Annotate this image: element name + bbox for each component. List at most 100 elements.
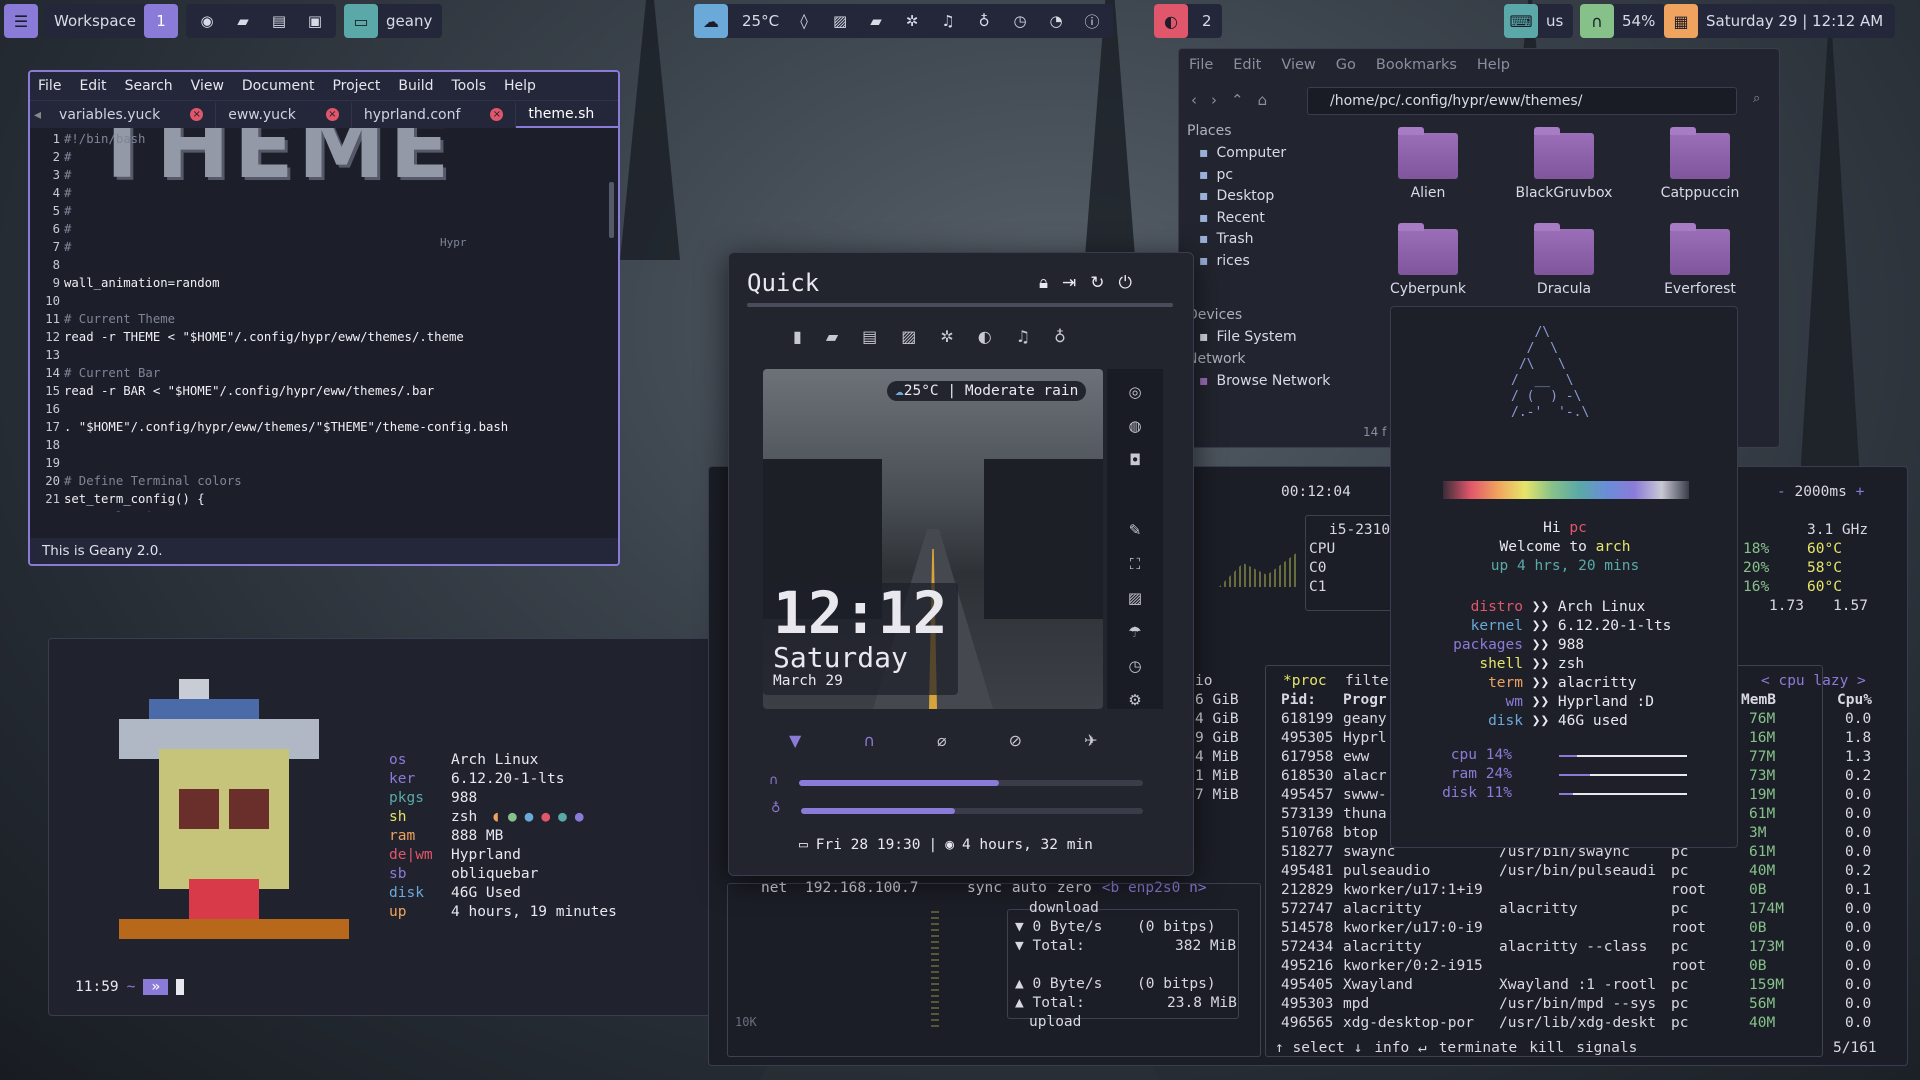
weather-icon[interactable]: ☁ [694,4,728,38]
fm-menu-help[interactable]: Help [1477,57,1510,73]
active-app-pill[interactable]: ▭ geany [344,4,443,38]
menu-project[interactable]: Project [332,78,380,94]
editor-scrollbar[interactable] [609,182,614,238]
net-sync[interactable]: sync [967,879,1002,898]
place-desktop[interactable]: ▪ Desktop [1199,188,1274,204]
close-icon[interactable]: × [190,108,204,121]
code-editor[interactable]: THEME Hypr 1 #!/bin/bash 2 #3 #4 #5 #6 #7 #8 9 wal… [30,128,618,512]
menu-button[interactable]: ☰ [4,4,38,38]
fm-menu-go[interactable]: Go [1336,57,1356,73]
place-recent[interactable]: ▪ Recent [1199,210,1265,226]
menu-tools[interactable]: Tools [452,78,487,94]
picker-icon[interactable]: ✎ [1129,521,1142,539]
settings-icon[interactable]: ✲ [940,327,953,346]
place-filesystem[interactable]: ▪ File System [1199,329,1297,345]
folder-item[interactable]: Dracula [1509,223,1619,297]
wifi-icon[interactable]: ▼ [789,731,801,750]
place-pc[interactable]: ▪ pc [1199,167,1233,183]
net-zero[interactable]: zero [1057,879,1092,898]
tab-eww[interactable]: eww.yuck × [216,101,352,128]
menu-build[interactable]: Build [398,78,433,94]
net-auto[interactable]: auto [1012,879,1047,898]
folder-icon[interactable]: ▰ [826,327,838,346]
footer-terminate[interactable]: terminate [1439,1039,1518,1058]
interval-plus[interactable]: + [1847,484,1865,500]
folder-item[interactable]: Catppuccin [1645,127,1755,201]
footer-kill[interactable]: kill [1529,1039,1564,1058]
volume-slider[interactable] [799,780,1143,786]
editor-icon[interactable]: ▤ [268,12,290,30]
terminal-fetch-window[interactable]: os Arch Linux ker 6.12.20-1-lts pkgs 988 sh zsh… [48,638,748,1016]
footer-info[interactable]: info ↵ [1374,1039,1426,1058]
fm-menu-view[interactable]: View [1281,57,1315,73]
menu-search[interactable]: Search [125,78,173,94]
footer-signals[interactable]: signals [1576,1039,1637,1058]
tab-hyprland[interactable]: hyprland.conf × [352,101,517,128]
fm-menu-file[interactable]: File [1189,57,1213,73]
airplane-icon[interactable]: ✈ [1084,731,1097,750]
place-rices[interactable]: ▪ rices [1199,253,1250,269]
screenshot-icon[interactable]: ⛶ [1130,555,1141,573]
menu-help[interactable]: Help [504,78,536,94]
fm-menu-edit[interactable]: Edit [1233,57,1261,73]
wifi-toggle-icon[interactable]: ◎ [1128,383,1141,401]
workspace-number[interactable]: 1 [144,4,178,38]
editor-icon[interactable]: ▤ [862,327,877,346]
btop-interval[interactable]: - 2000ms + [1777,483,1864,502]
interval-minus[interactable]: - [1777,484,1794,500]
up-icon[interactable]: ⌃ [1231,91,1244,109]
reboot-icon[interactable]: ↻ [1090,273,1104,293]
clock-pill[interactable]: ▦ Saturday 29 | 12:12 AM [1664,4,1896,38]
image-icon[interactable]: ▨ [829,12,851,30]
speed-icon[interactable]: ◔ [1045,12,1067,30]
home-icon[interactable]: ⌂ [1258,91,1268,109]
proc-filter[interactable]: filte [1345,672,1389,691]
menu-view[interactable]: View [191,78,224,94]
files-icon[interactable]: ▨ [901,327,916,346]
gear-icon[interactable]: ⚙ [1128,691,1141,709]
timer-icon[interactable]: ◷ [1009,12,1031,30]
keyboard-pill[interactable]: ⌨ us [1504,4,1574,38]
workspace-pill[interactable]: Workspace 1 [44,4,178,38]
tab-theme[interactable]: theme.sh× [516,102,618,128]
lock-icon[interactable]: 🔒︎ [1039,273,1048,293]
headphones-icon[interactable]: ∩ [863,731,875,750]
notif-pill[interactable]: ◐ 2 [1154,4,1222,38]
fm-search-icon[interactable]: ⌕ [1753,91,1760,106]
menu-edit[interactable]: Edit [79,78,106,94]
files-icon[interactable]: ▰ [865,12,887,30]
music-icon[interactable]: ♫ [1016,327,1030,346]
back-icon[interactable]: ‹ [1191,91,1197,109]
place-network[interactable]: ▪ Browse Network [1199,373,1330,389]
drop-icon[interactable]: ◊ [793,12,815,30]
terminal-icon[interactable]: ▣ [304,12,326,30]
info-icon[interactable]: ⓘ [1081,11,1103,32]
mic-mute-icon[interactable]: ⌀ [937,731,947,750]
fm-path-bar[interactable]: /home/pc/.config/hypr/eww/themes/ [1307,87,1737,115]
shell-prompt[interactable]: 11:59 ~ » [75,979,185,995]
music-icon[interactable]: ♫ [937,12,959,30]
dnd-icon[interactable]: ⊘ [1009,731,1022,750]
quick-panel[interactable]: Quick 🔒︎ ⇥ ↻ ⏻ ▮ ▰ ▤ ▨ ✲ ◐ ♫ ♁ ☁25°C | M… [728,252,1194,876]
menu-document[interactable]: Document [242,78,315,94]
folder-item[interactable]: Cyberpunk [1373,223,1483,297]
settings-icon[interactable]: ✲ [901,12,923,30]
forward-icon[interactable]: › [1211,91,1217,109]
tab-scroll-left-icon[interactable]: ◂ [34,107,47,123]
logout-icon[interactable]: ⇥ [1062,273,1076,293]
menu-file[interactable]: File [38,78,61,94]
power-icon[interactable]: ⏻ [1119,273,1132,293]
proc-sort[interactable]: < cpu lazy > [1761,672,1866,691]
footer-select[interactable]: ↑ select ↓ [1275,1039,1362,1058]
mic-slider[interactable] [801,808,1143,814]
folder-item[interactable]: Alien [1373,127,1483,201]
tab-variables[interactable]: variables.yuck × [47,101,217,128]
wallpaper-icon[interactable]: ▨ [1128,589,1142,607]
bluetooth-toggle-icon[interactable]: ◍ [1128,417,1141,435]
browser-icon[interactable]: ◉ [196,12,218,30]
moon-icon[interactable]: ◐ [978,327,992,346]
timer-icon[interactable]: ◷ [1128,657,1141,675]
folder-item[interactable]: Everforest [1645,223,1755,297]
proc-header[interactable]: *proc [1283,672,1327,691]
bulb-icon[interactable]: ♁ [1054,327,1066,346]
